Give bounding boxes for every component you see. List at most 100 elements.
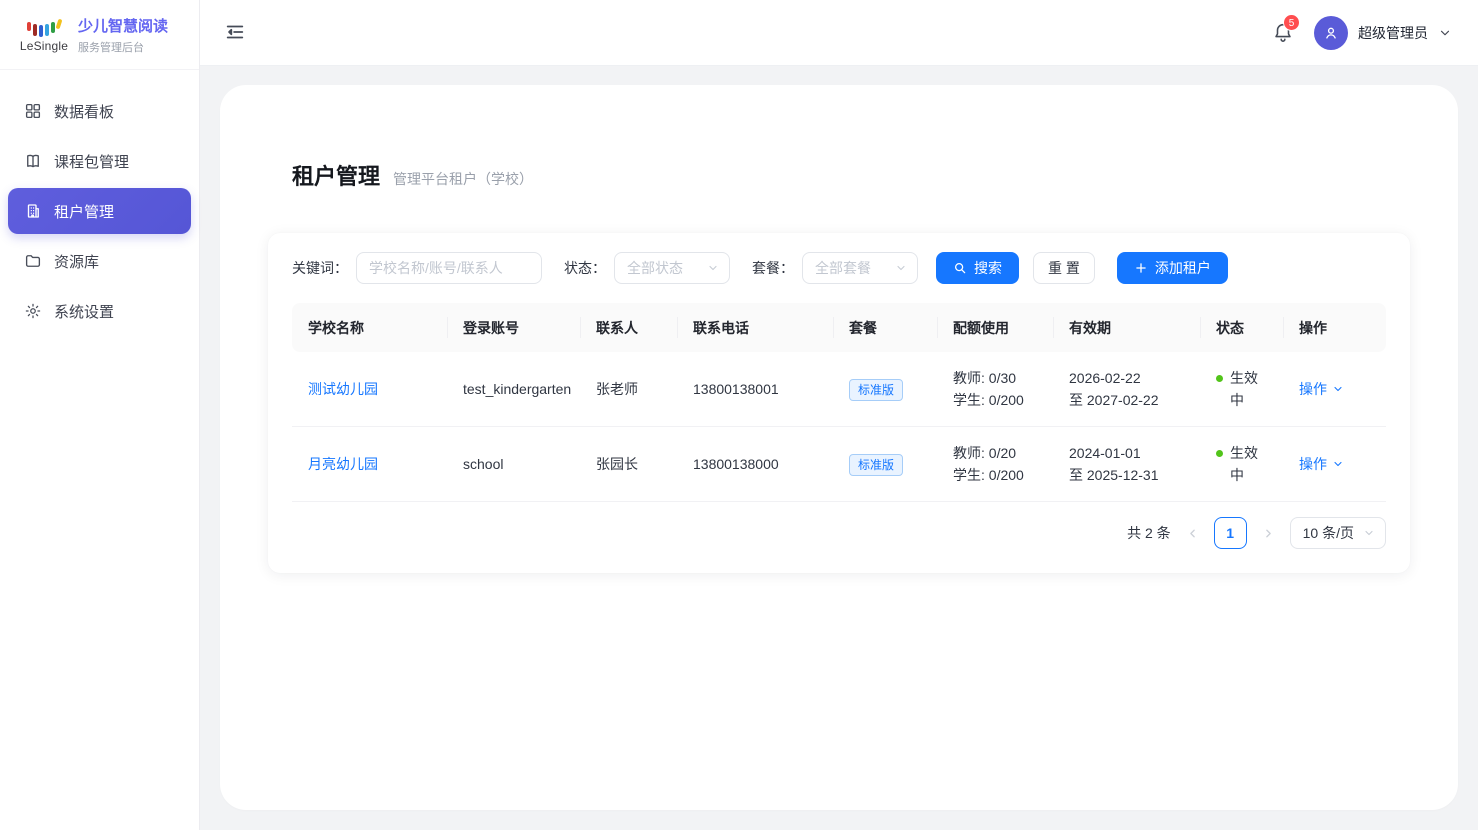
- user-name: 超级管理员: [1358, 23, 1428, 43]
- add-tenant-button[interactable]: 添加租户: [1117, 252, 1228, 284]
- table-header-row: 学校名称 登录账号 联系人 联系电话 套餐 配额使用 有效期 状态 操作: [292, 303, 1386, 352]
- search-button-label: 搜索: [974, 258, 1002, 278]
- notification-bell-icon[interactable]: 5: [1272, 21, 1296, 45]
- col-validity: 有效期: [1053, 303, 1200, 352]
- sidebar-item-label: 课程包管理: [54, 151, 129, 172]
- brand-title: 少儿智慧阅读: [78, 15, 168, 36]
- plus-icon: [1134, 261, 1148, 275]
- page-head: 租户管理 管理平台租户（学校）: [292, 159, 533, 191]
- quota-student: 学生: 0/200: [953, 464, 1037, 486]
- sidebar-item-course-packages[interactable]: 课程包管理: [8, 138, 191, 184]
- chevron-down-icon: [1438, 26, 1452, 40]
- quota-cell: 教师: 0/30 学生: 0/200: [937, 352, 1053, 427]
- keyword-label: 关键词：: [292, 258, 348, 278]
- col-plan: 套餐: [833, 303, 937, 352]
- filter-bar: 关键词： 状态： 全部状态 套餐： 全部套餐 搜索: [292, 252, 1386, 284]
- logo-bars-icon: [27, 17, 61, 35]
- page-size-select[interactable]: 10 条/页: [1290, 517, 1386, 549]
- sidebar-item-resource-library[interactable]: 资源库: [8, 238, 191, 284]
- sidebar-item-system-settings[interactable]: 系统设置: [8, 288, 191, 334]
- valid-from: 2026-02-22: [1069, 367, 1184, 389]
- gear-icon: [24, 302, 42, 320]
- chevron-down-icon: [707, 262, 719, 274]
- quota-student: 学生: 0/200: [953, 389, 1037, 411]
- quota-cell: 教师: 0/20 学生: 0/200: [937, 427, 1053, 502]
- chevron-down-icon: [895, 262, 907, 274]
- sidebar-item-dashboard[interactable]: 数据看板: [8, 88, 191, 134]
- status-label: 状态：: [564, 258, 606, 278]
- col-school-name: 学校名称: [292, 303, 447, 352]
- school-name-link[interactable]: 测试幼儿园: [308, 381, 378, 397]
- brand-subtitle: 服务管理后台: [78, 39, 168, 55]
- validity-cell: 2024-01-01 至 2025-12-31: [1053, 427, 1200, 502]
- pagination: 共 2 条 1 10 条/页: [292, 517, 1386, 549]
- quota-teacher: 教师: 0/20: [953, 442, 1037, 464]
- plan-select[interactable]: 全部套餐: [802, 252, 918, 284]
- school-name-link[interactable]: 月亮幼儿园: [308, 456, 378, 472]
- status-badge: 生效中: [1216, 442, 1272, 486]
- content-card: 租户管理 管理平台租户（学校） 关键词： 状态： 全部状态 套餐： 全部套餐: [220, 85, 1458, 810]
- col-login-account: 登录账号: [447, 303, 580, 352]
- sidebar-item-label: 租户管理: [54, 201, 114, 222]
- sidebar-item-label: 资源库: [54, 251, 99, 272]
- brand-area: LeSingle 少儿智慧阅读 服务管理后台: [0, 0, 199, 70]
- chevron-down-icon: [1332, 383, 1344, 395]
- reset-button[interactable]: 重 置: [1033, 252, 1095, 284]
- page-subtitle: 管理平台租户（学校）: [393, 169, 533, 189]
- top-header: 5 超级管理员: [200, 0, 1478, 66]
- col-actions: 操作: [1283, 303, 1386, 352]
- plan-select-value: 全部套餐: [815, 258, 871, 278]
- sidebar-item-label: 系统设置: [54, 301, 114, 322]
- menu-fold-icon[interactable]: [224, 21, 248, 45]
- sidebar-item-label: 数据看板: [54, 101, 114, 122]
- valid-from: 2024-01-01: [1069, 442, 1184, 464]
- plan-badge: 标准版: [849, 454, 903, 476]
- table-row: 月亮幼儿园 school 张园长 13800138000 标准版 教师: 0/2…: [292, 427, 1386, 502]
- add-tenant-button-label: 添加租户: [1155, 258, 1211, 278]
- search-button[interactable]: 搜索: [936, 252, 1019, 284]
- quota-teacher: 教师: 0/30: [953, 367, 1037, 389]
- logo-wordmark: LeSingle: [20, 39, 68, 53]
- lesingle-logo: LeSingle: [20, 17, 68, 53]
- building-icon: [24, 202, 42, 220]
- notification-badge: 5: [1283, 14, 1300, 31]
- search-icon: [953, 261, 967, 275]
- valid-to: 至 2025-12-31: [1069, 464, 1184, 486]
- sidebar-menu: 数据看板 课程包管理 租户管理: [0, 70, 199, 352]
- pagination-total: 共 2 条: [1127, 523, 1171, 543]
- plan-badge: 标准版: [849, 379, 903, 401]
- tenant-table: 学校名称 登录账号 联系人 联系电话 套餐 配额使用 有效期 状态 操作 测试幼…: [292, 303, 1386, 502]
- pagination-page-1[interactable]: 1: [1214, 517, 1247, 549]
- dashboard-icon: [24, 102, 42, 120]
- status-select-value: 全部状态: [627, 258, 683, 278]
- col-quota: 配额使用: [937, 303, 1053, 352]
- status-select[interactable]: 全部状态: [614, 252, 730, 284]
- page-size-value: 10 条/页: [1303, 523, 1354, 543]
- login-account: test_kindergarten: [447, 352, 580, 427]
- col-contact: 联系人: [580, 303, 677, 352]
- plan-label: 套餐：: [752, 258, 794, 278]
- book-icon: [24, 152, 42, 170]
- pagination-next-icon[interactable]: [1262, 527, 1275, 540]
- contact-name: 张老师: [580, 352, 677, 427]
- table-row: 测试幼儿园 test_kindergarten 张老师 13800138001 …: [292, 352, 1386, 427]
- keyword-input[interactable]: [356, 252, 542, 284]
- chevron-down-icon: [1332, 458, 1344, 470]
- sidebar-item-tenant-management[interactable]: 租户管理: [8, 188, 191, 234]
- reset-button-label: 重 置: [1048, 258, 1080, 278]
- col-status: 状态: [1200, 303, 1283, 352]
- folder-icon: [24, 252, 42, 270]
- sidebar: LeSingle 少儿智慧阅读 服务管理后台 数据看板 课程: [0, 0, 200, 830]
- col-phone: 联系电话: [677, 303, 833, 352]
- pagination-prev-icon[interactable]: [1186, 527, 1199, 540]
- row-actions-dropdown[interactable]: 操作: [1299, 453, 1344, 475]
- contact-phone: 13800138000: [677, 427, 833, 502]
- contact-name: 张园长: [580, 427, 677, 502]
- user-menu[interactable]: 超级管理员: [1314, 16, 1452, 50]
- valid-to: 至 2027-02-22: [1069, 389, 1184, 411]
- login-account: school: [447, 427, 580, 502]
- tenant-panel: 关键词： 状态： 全部状态 套餐： 全部套餐 搜索: [268, 233, 1410, 573]
- row-actions-dropdown[interactable]: 操作: [1299, 378, 1344, 400]
- status-dot-icon: [1216, 450, 1223, 457]
- chevron-down-icon: [1363, 527, 1375, 539]
